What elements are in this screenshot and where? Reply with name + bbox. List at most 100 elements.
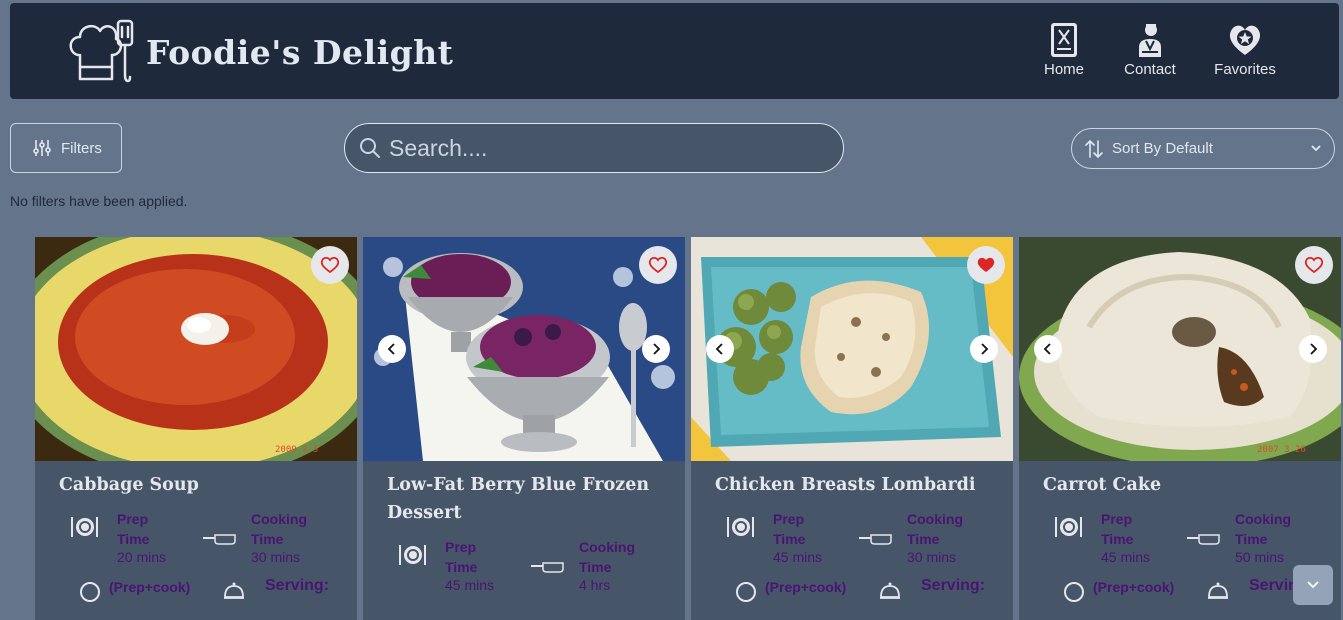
chevron-left-icon — [1043, 343, 1051, 355]
heart-filled-icon — [977, 257, 995, 272]
nav-contact-label: Contact — [1124, 61, 1176, 78]
cook-time-value: 50 mins — [1235, 549, 1285, 565]
serving-label: Serving: — [265, 577, 330, 594]
search-icon — [360, 138, 380, 158]
plate-cutlery-icon — [71, 517, 98, 537]
recipe-card[interactable]: Low-Fat Berry Blue Frozen Dessert Prep Ti… — [363, 237, 685, 620]
cooking-label: Cooking — [907, 511, 963, 527]
chevron-right-icon — [1310, 343, 1318, 355]
scroll-down-button[interactable] — [1293, 565, 1333, 605]
prep-time-value: 45 mins — [773, 549, 823, 565]
cook-time-value: 30 mins — [251, 549, 301, 565]
time-label: Time — [1101, 531, 1134, 547]
recipe-image[interactable] — [691, 237, 1013, 461]
chef-person-icon — [1139, 24, 1161, 57]
cloche-icon — [880, 582, 900, 599]
time-label: Time — [117, 531, 150, 547]
heart-star-icon — [1229, 25, 1261, 55]
carrot-cake-photo — [1019, 237, 1341, 461]
site-header: Foodie's Delight Home Contact Favorites — [10, 3, 1339, 99]
serving-label: Serving: — [921, 577, 986, 594]
timer-60-icon — [80, 582, 100, 602]
prep-time-value: 45 mins — [1101, 549, 1151, 565]
timer-60-icon — [736, 582, 756, 602]
search-input[interactable] — [389, 134, 809, 162]
nav-contact[interactable]: Contact — [1110, 21, 1190, 78]
recipe-title[interactable]: Chicken Breasts Lombardi — [715, 471, 989, 499]
filter-status: No filters have been applied. — [10, 193, 188, 209]
time-label: Time — [251, 531, 284, 547]
carousel-next-button[interactable] — [1299, 335, 1327, 363]
recipe-image[interactable]: 2009 2 5 — [35, 237, 357, 461]
recipe-image[interactable]: 2007 3 26 — [1019, 237, 1341, 461]
prep-label: Prep — [1101, 511, 1133, 527]
photo-date-stamp: 2007 3 26 — [1257, 445, 1306, 454]
nav-favorites-label: Favorites — [1214, 61, 1276, 78]
prep-label: Prep — [445, 539, 477, 555]
heart-outline-icon — [648, 256, 668, 274]
cloche-icon — [1208, 582, 1228, 599]
recipe-card[interactable]: 2007 3 26 Carrot Cake Prep Time 45 mins C… — [1019, 237, 1341, 620]
menu-book-icon — [1051, 23, 1077, 57]
chevron-left-icon — [387, 343, 395, 355]
filters-button[interactable]: Filters — [10, 123, 122, 173]
nav-favorites[interactable]: Favorites — [1205, 21, 1285, 78]
prep-label: Prep — [117, 511, 149, 527]
brand-name[interactable]: Foodie's Delight — [146, 33, 453, 72]
chevron-right-icon — [981, 343, 989, 355]
filters-label: Filters — [61, 139, 102, 157]
recipe-card[interactable]: Chicken Breasts Lombardi Prep Time 45 min… — [691, 237, 1013, 620]
carousel-next-button[interactable] — [970, 335, 998, 363]
chef-hat-logo-icon — [69, 19, 134, 83]
heart-outline-icon — [320, 256, 340, 274]
cook-time-value: 30 mins — [907, 549, 957, 565]
carousel-next-button[interactable] — [642, 335, 670, 363]
recipe-title[interactable]: Cabbage Soup — [59, 471, 333, 499]
favorite-button[interactable] — [967, 246, 1005, 284]
heart-outline-icon — [1304, 256, 1324, 274]
photo-date-stamp: 2009 2 5 — [275, 445, 318, 454]
berry-dessert-photo — [363, 237, 685, 461]
time-label: Time — [445, 559, 478, 575]
recipe-card[interactable]: 2009 2 5 Cabbage Soup Prep Time 20 mins C… — [35, 237, 357, 620]
pan-icon — [531, 562, 564, 573]
total-time-label: (Prep+cook) — [1093, 579, 1175, 595]
time-label: Time — [1235, 531, 1268, 547]
timer-60-icon — [1064, 582, 1084, 602]
search-bar[interactable] — [344, 123, 844, 173]
chevron-down-icon — [1307, 581, 1319, 589]
carousel-prev-button[interactable] — [1034, 335, 1062, 363]
time-label: Time — [579, 559, 612, 575]
plate-cutlery-icon — [399, 545, 426, 565]
plate-cutlery-icon — [1055, 517, 1082, 537]
cloche-icon — [224, 582, 244, 599]
nav-home[interactable]: Home — [1024, 21, 1104, 78]
favorite-button[interactable] — [1295, 246, 1333, 284]
total-time-label: (Prep+cook) — [109, 579, 191, 595]
sort-label: Sort By Default — [1112, 140, 1213, 157]
pan-icon — [859, 534, 892, 545]
recipe-image[interactable] — [363, 237, 685, 461]
svg-text:2009 2 5: 2009 2 5 — [275, 445, 318, 454]
prep-time-value: 20 mins — [117, 549, 167, 565]
chevron-left-icon — [715, 343, 723, 355]
recipe-title[interactable]: Low-Fat Berry Blue Frozen Dessert — [387, 471, 661, 527]
cook-time-value: 4 hrs — [579, 577, 611, 593]
favorite-button[interactable] — [311, 246, 349, 284]
chevron-right-icon — [653, 343, 661, 355]
svg-text:2007 3 26: 2007 3 26 — [1257, 445, 1306, 454]
recipe-title[interactable]: Carrot Cake — [1043, 471, 1317, 499]
plate-cutlery-icon — [727, 517, 754, 537]
pan-icon — [1187, 534, 1220, 545]
nav-home-label: Home — [1043, 61, 1084, 78]
carousel-prev-button[interactable] — [378, 335, 406, 363]
cooking-label: Cooking — [251, 511, 307, 527]
cabbage-soup-photo — [35, 237, 357, 461]
favorite-button[interactable] — [639, 246, 677, 284]
total-time-label: (Prep+cook) — [765, 579, 847, 595]
sort-select[interactable]: Sort By Default — [1071, 128, 1335, 169]
carousel-prev-button[interactable] — [706, 335, 734, 363]
prep-label: Prep — [773, 511, 805, 527]
chevron-down-icon — [1311, 145, 1321, 152]
pan-icon — [203, 534, 236, 545]
